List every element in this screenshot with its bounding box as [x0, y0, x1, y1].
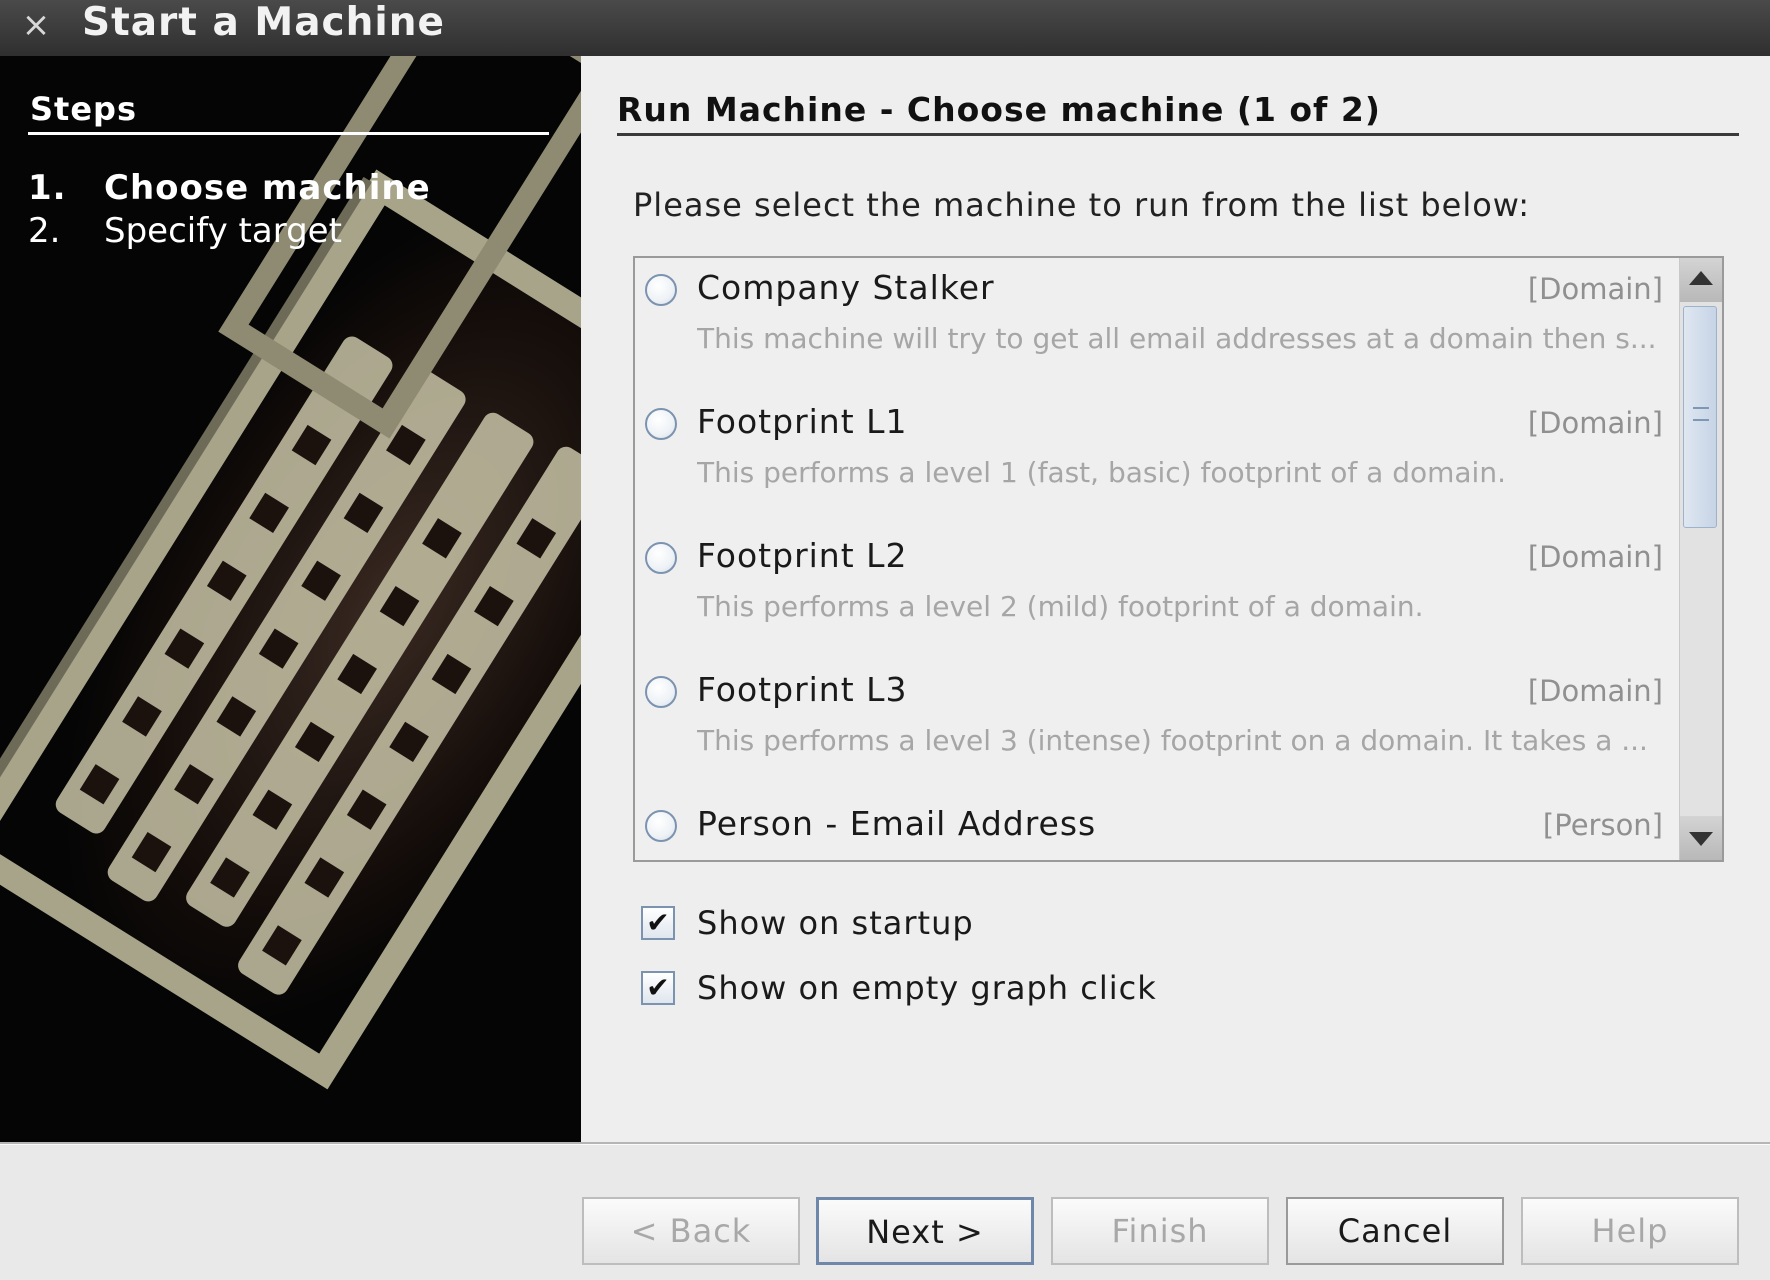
scroll-down-button[interactable]: [1680, 816, 1722, 860]
machine-radio[interactable]: [645, 542, 677, 574]
title-divider: [617, 133, 1739, 136]
steps-divider: [28, 132, 549, 135]
scroll-up-button[interactable]: [1680, 258, 1722, 302]
close-icon[interactable]: ×: [18, 4, 54, 46]
machine-radio[interactable]: [645, 676, 677, 708]
machine-item-footprint-l2[interactable]: Footprint L2 [Domain] This performs a le…: [635, 526, 1675, 660]
back-button[interactable]: < Back: [582, 1197, 800, 1265]
title-bar: × Start a Machine: [0, 0, 1770, 56]
machine-type: [Domain]: [1527, 674, 1663, 708]
show-on-empty-graph-click-label: Show on empty graph click: [697, 969, 1157, 1007]
show-on-startup-label: Show on startup: [697, 904, 974, 942]
instruction-text: Please select the machine to run from th…: [633, 186, 1530, 224]
machine-item-footprint-l1[interactable]: Footprint L1 [Domain] This performs a le…: [635, 392, 1675, 526]
scroll-thumb[interactable]: [1683, 306, 1717, 528]
machine-type: [Domain]: [1527, 540, 1663, 574]
show-on-startup-checkbox[interactable]: ✔: [641, 906, 675, 940]
machine-name: Footprint L2: [697, 536, 908, 575]
cancel-button[interactable]: Cancel: [1286, 1197, 1504, 1265]
machine-radio[interactable]: [645, 274, 677, 306]
machine-description: This performs a level 3 (intense) footpr…: [697, 724, 1648, 757]
steps-sidebar: Steps 1. Choose machine 2. Specify target: [0, 56, 581, 1142]
grip-icon: [1693, 407, 1709, 421]
step-number: 2.: [28, 211, 61, 251]
machine-name: Person - Email Address: [697, 804, 1097, 843]
step-label: Specify target: [104, 211, 342, 251]
footer-divider-highlight: [0, 1144, 1770, 1145]
machine-name: Company Stalker: [697, 268, 995, 307]
machine-description: This performs a level 2 (mild) footprint…: [697, 590, 1424, 623]
machine-type: [Domain]: [1527, 406, 1663, 440]
machine-type: [Person]: [1542, 808, 1663, 842]
machine-item-footprint-l3[interactable]: Footprint L3 [Domain] This performs a le…: [635, 660, 1675, 794]
arrow-down-icon: [1689, 832, 1713, 846]
machine-name: Footprint L1: [697, 402, 908, 441]
machine-description: This performs a level 1 (fast, basic) fo…: [697, 456, 1506, 489]
next-button[interactable]: Next >: [816, 1197, 1034, 1265]
machine-description: This machine will try to get all email a…: [697, 322, 1657, 355]
step-specify-target: 2. Specify target: [28, 211, 342, 251]
machine-name: Footprint L3: [697, 670, 908, 709]
wizard-content: Run Machine - Choose machine (1 of 2) Pl…: [581, 56, 1770, 1142]
window-title: Start a Machine: [82, 0, 445, 45]
page-title: Run Machine - Choose machine (1 of 2): [617, 90, 1381, 129]
help-button[interactable]: Help: [1521, 1197, 1739, 1265]
step-label: Choose machine: [104, 168, 431, 208]
arrow-up-icon: [1689, 271, 1713, 285]
step-number: 1.: [28, 168, 67, 208]
machine-item-person-email[interactable]: Person - Email Address [Person]: [635, 794, 1675, 860]
finish-button[interactable]: Finish: [1051, 1197, 1269, 1265]
machine-list[interactable]: Company Stalker [Domain] This machine wi…: [633, 256, 1724, 862]
machine-radio[interactable]: [645, 810, 677, 842]
show-on-empty-graph-click-checkbox[interactable]: ✔: [641, 971, 675, 1005]
machine-radio[interactable]: [645, 408, 677, 440]
machine-type: [Domain]: [1527, 272, 1663, 306]
steps-heading: Steps: [30, 90, 137, 128]
list-scrollbar[interactable]: [1679, 258, 1722, 860]
step-choose-machine: 1. Choose machine: [28, 168, 431, 208]
machine-item-company-stalker[interactable]: Company Stalker [Domain] This machine wi…: [635, 258, 1675, 392]
